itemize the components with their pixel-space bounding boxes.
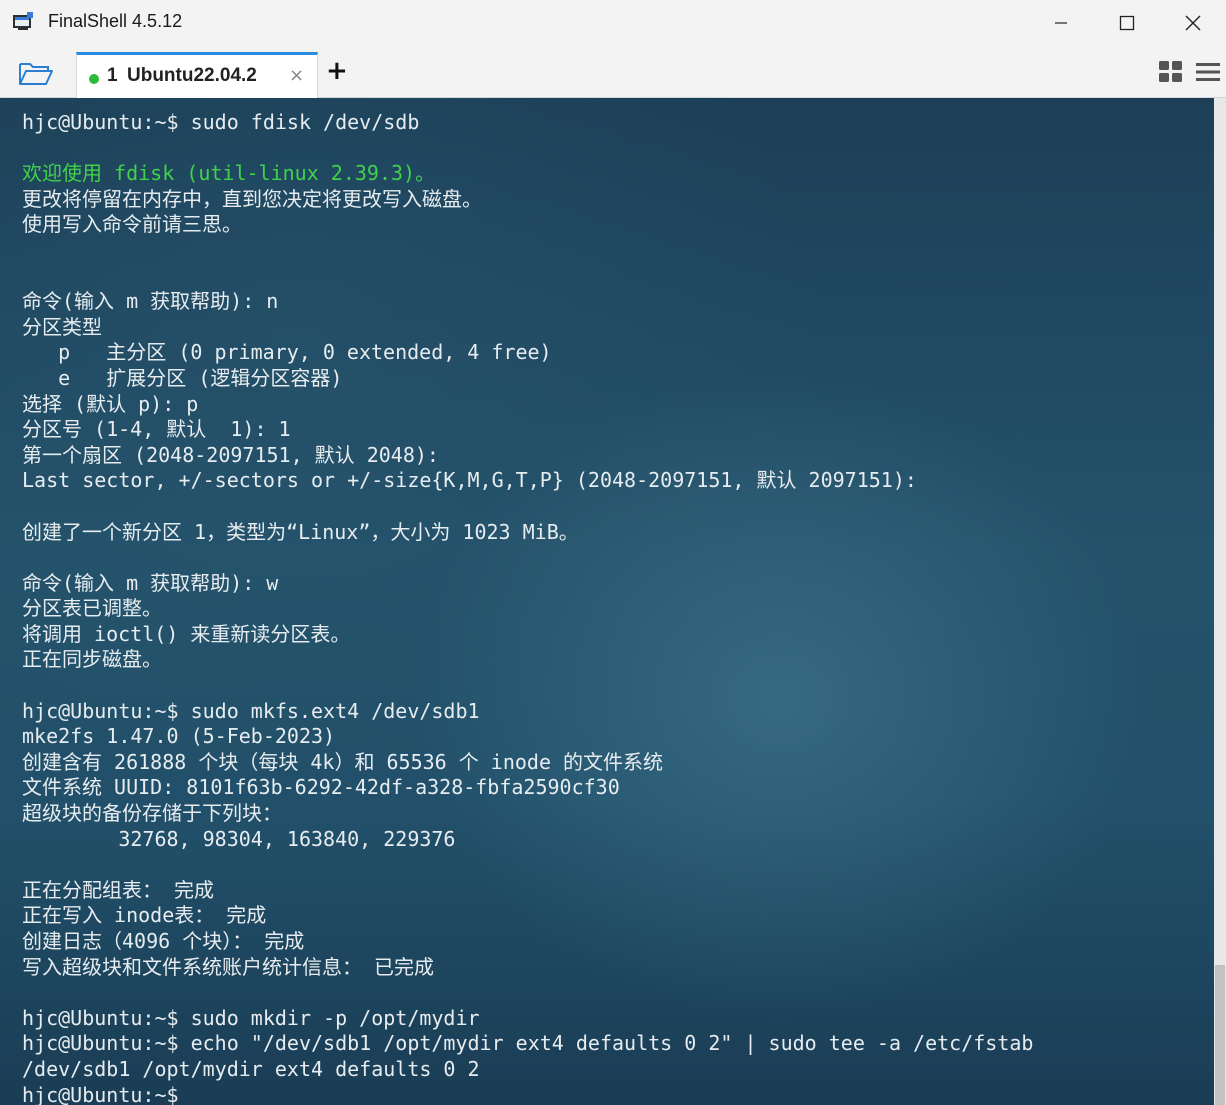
app-icon — [13, 12, 33, 30]
terminal-scrollbar[interactable] — [1214, 98, 1226, 1105]
terminal-line: 将调用 ioctl() 来重新读分区表。 — [22, 621, 351, 646]
terminal-line: 正在写入 inode表： 完成 — [22, 903, 267, 928]
maximize-icon — [1119, 15, 1135, 31]
terminal-line: 超级块的备份存储于下列块： — [22, 801, 282, 826]
terminal-line: 更改将停留在内存中，直到您决定将更改写入磁盘。 — [22, 186, 482, 211]
minimize-icon — [1055, 22, 1067, 24]
terminal-line: 正在分配组表： 完成 — [22, 877, 215, 902]
terminal-line: hjc@Ubuntu:~$ sudo mkdir -p /opt/mydir — [22, 1005, 480, 1030]
terminal-line: hjc@Ubuntu:~$ echo "/dev/sdb1 /opt/mydir… — [22, 1031, 1034, 1056]
terminal-lines: hjc@Ubuntu:~$ sudo fdisk /dev/sdb 欢迎使用 fd… — [22, 110, 1033, 1105]
terminal-line: e 扩展分区 (逻辑分区容器) — [22, 365, 343, 390]
terminal-line: 分区号 (1-4, 默认 1): 1 — [22, 417, 291, 442]
terminal-line: Last sector, +/-sectors or +/-size{K,M,G… — [22, 468, 917, 493]
terminal-line: 使用写入命令前请三思。 — [22, 212, 242, 237]
tab-label: Ubuntu22.04.2 — [127, 65, 257, 86]
terminal-line: hjc@Ubuntu:~$ sudo fdisk /dev/sdb — [22, 110, 420, 134]
terminal-line: hjc@Ubuntu:~$ sudo mkfs.ext4 /dev/sdb1 — [22, 698, 480, 723]
terminal-line: mke2fs 1.47.0 (5-Feb-2023) — [22, 724, 336, 749]
terminal-line: 写入超级块和文件系统账户统计信息： 已完成 — [22, 954, 435, 979]
minimize-button[interactable] — [1028, 0, 1094, 46]
terminal-line: 欢迎使用 fdisk (util-linux 2.39.3)。 — [22, 161, 436, 186]
tab-session-1[interactable]: 1 Ubuntu22.04.2 × — [76, 52, 318, 98]
close-button[interactable] — [1160, 0, 1226, 46]
title-bar: FinalShell 4.5.12 — [0, 0, 1226, 46]
tab-bar: 1 Ubuntu22.04.2 × + — [0, 46, 1226, 98]
terminal-line: 32768, 98304, 163840, 229376 — [22, 826, 456, 851]
terminal-line: 第一个扇区 (2048-2097151, 默认 2048): — [22, 442, 439, 467]
tab-index: 1 — [107, 65, 118, 86]
folder-open-icon[interactable] — [18, 60, 54, 86]
scrollbar-thumb[interactable] — [1215, 965, 1225, 1105]
finalshell-window: FinalShell 4.5.12 1 Ubuntu22.04.2 × + hj… — [0, 0, 1226, 1105]
hamburger-menu-icon[interactable] — [1196, 60, 1220, 84]
layout-grid-icon[interactable] — [1158, 60, 1184, 84]
terminal-line: 创建了一个新分区 1，类型为“Linux”，大小为 1023 MiB。 — [22, 519, 579, 544]
terminal-line: 正在同步磁盘。 — [22, 647, 162, 672]
add-tab-button[interactable]: + — [326, 56, 348, 86]
terminal-line: hjc@Ubuntu:~$ — [22, 1082, 179, 1105]
connection-status-dot — [89, 74, 99, 84]
close-icon — [1185, 15, 1201, 31]
terminal-line: 创建日志（4096 个块）： 完成 — [22, 929, 305, 953]
terminal-line: p 主分区 (0 primary, 0 extended, 4 free) — [22, 340, 552, 365]
tab-close-icon[interactable]: × — [289, 65, 304, 86]
terminal-line: /dev/sdb1 /opt/mydir ext4 defaults 0 2 — [22, 1056, 480, 1081]
terminal-line: 创建含有 261888 个块（每块 4k）和 65536 个 inode 的文件… — [22, 749, 664, 774]
terminal-line: 分区类型 — [22, 314, 102, 339]
terminal-output[interactable]: hjc@Ubuntu:~$ sudo fdisk /dev/sdb 欢迎使用 fd… — [0, 98, 1214, 1105]
maximize-button[interactable] — [1094, 0, 1160, 46]
terminal-line: 选择 (默认 p): p — [22, 391, 199, 416]
terminal-line: 命令(输入 m 获取帮助): w — [22, 570, 279, 595]
terminal-line: 命令(输入 m 获取帮助): n — [22, 289, 279, 314]
window-title: FinalShell 4.5.12 — [48, 11, 183, 31]
terminal-line: 分区表已调整。 — [22, 596, 162, 621]
terminal-line: 文件系统 UUID: 8101f63b-6292-42df-a328-fbfa2… — [22, 775, 620, 800]
